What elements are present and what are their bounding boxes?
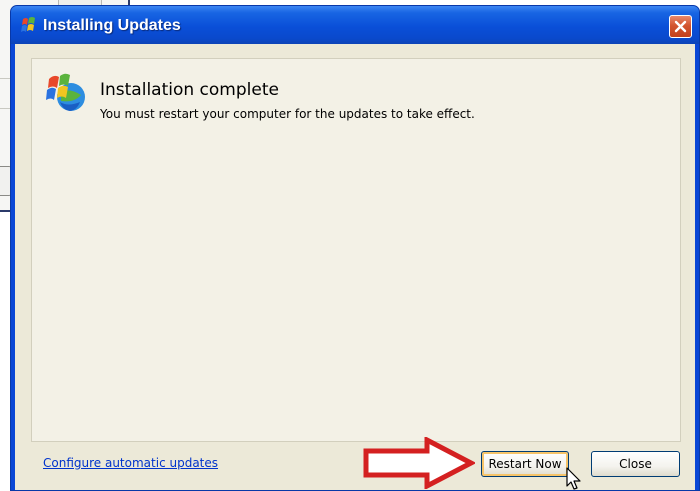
red-arrow-icon xyxy=(363,437,475,489)
installation-heading: Installation complete xyxy=(100,80,279,100)
close-button[interactable]: Close xyxy=(591,451,680,477)
close-x-icon xyxy=(674,20,687,33)
mouse-pointer-icon xyxy=(566,467,581,490)
content-panel: Installation complete You must restart y… xyxy=(31,58,681,442)
close-window-button[interactable] xyxy=(669,15,692,38)
dialog-title: Installing Updates xyxy=(43,17,181,34)
windows-update-icon xyxy=(21,17,35,32)
configure-automatic-updates-link[interactable]: Configure automatic updates xyxy=(43,456,218,470)
installing-updates-dialog: Installing Updates Installation complete… xyxy=(10,5,700,491)
title-bar[interactable]: Installing Updates xyxy=(11,6,699,44)
restart-now-button[interactable]: Restart Now xyxy=(481,451,569,477)
windows-update-logo-icon xyxy=(46,73,85,111)
restart-message: You must restart your computer for the u… xyxy=(100,107,475,121)
dialog-client-area: Installation complete You must restart y… xyxy=(15,44,695,490)
